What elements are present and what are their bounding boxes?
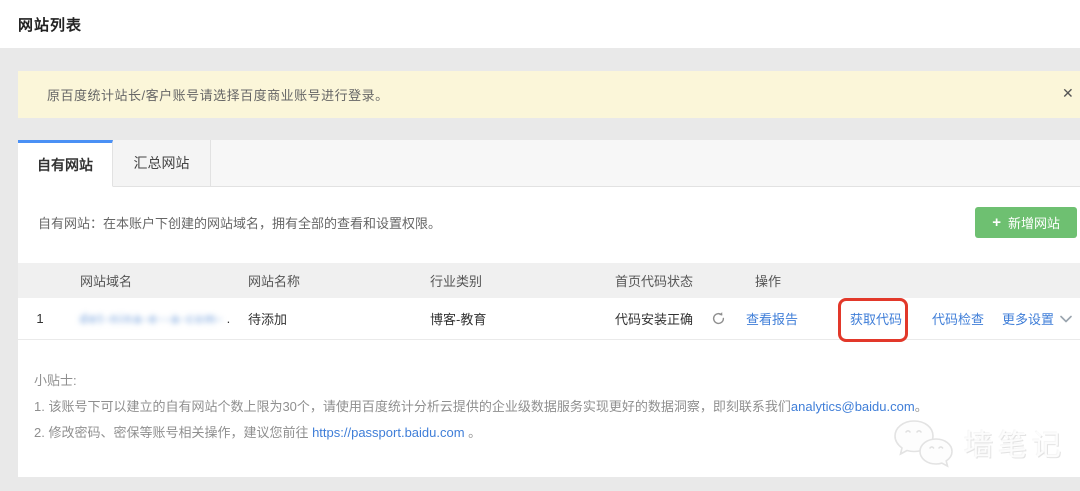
page-header: 网站列表 (0, 0, 1080, 48)
table-row: 1 det-nina-e--a-com-. 待添加 博客-教育 代码安装正确 (18, 298, 1080, 340)
close-icon[interactable]: ✕ (1062, 86, 1078, 100)
website-list-card: 自有网站 汇总网站 自有网站：在本账户下创建的网站域名，拥有全部的查看和设置权限… (18, 140, 1080, 477)
notice-text: 原百度统计站长/客户账号请选择百度商业账号进行登录。 (47, 85, 389, 104)
row-code-status: 代码安装正确 (615, 309, 746, 328)
row-domain: det-nina-e--a-com-. (62, 311, 248, 326)
code-check-link[interactable]: 代码检查 (932, 309, 984, 328)
refresh-icon[interactable] (711, 311, 726, 326)
more-settings-dropdown[interactable]: 更多设置 (1002, 309, 1072, 328)
passport-link[interactable]: https://passport.baidu.com (312, 425, 464, 440)
card-body: 自有网站：在本账户下创建的网站域名，拥有全部的查看和设置权限。 + 新增网站 网… (18, 187, 1080, 477)
notice-banner: 原百度统计站长/客户账号请选择百度商业账号进行登录。 ✕ (18, 71, 1080, 118)
view-report-link[interactable]: 查看报告 (746, 309, 798, 328)
tab-label: 自有网站 (37, 155, 93, 175)
table-header: 网站域名 网站名称 行业类别 首页代码状态 操作 (18, 263, 1080, 298)
row-site-name: 待添加 (248, 309, 430, 328)
more-settings-link: 更多设置 (1002, 309, 1054, 328)
tab-bar: 自有网站 汇总网站 (18, 140, 1080, 187)
row-index: 1 (18, 311, 62, 326)
tab-label: 汇总网站 (134, 153, 190, 173)
chevron-down-icon (1060, 315, 1072, 323)
header-actions: 操作 (746, 271, 1080, 290)
chat-bubbles-icon (892, 417, 954, 469)
plus-icon: + (992, 215, 1001, 230)
redacted-domain-text: det-nina-e--a-com- (80, 311, 224, 326)
tab-own-websites[interactable]: 自有网站 (18, 140, 113, 187)
tab-description: 自有网站：在本账户下创建的网站域名，拥有全部的查看和设置权限。 (38, 213, 441, 232)
header-domain: 网站域名 (62, 271, 248, 290)
domain-suffix: . (227, 311, 231, 326)
add-website-button[interactable]: + 新增网站 (975, 207, 1077, 238)
header-industry: 行业类别 (430, 271, 615, 290)
content-background: 原百度统计站长/客户账号请选择百度商业账号进行登录。 ✕ 自有网站 汇总网站 自… (0, 48, 1080, 491)
row-industry: 博客-教育 (430, 309, 615, 328)
add-website-label: 新增网站 (1008, 213, 1060, 232)
tips-title: 小贴士: (34, 368, 1080, 394)
get-code-link[interactable]: 获取代码 (850, 309, 902, 328)
watermark: 墙笔记 (892, 417, 1066, 469)
row-actions: 查看报告 获取代码 代码检查 更多设置 (746, 309, 1080, 328)
header-code-status: 首页代码状态 (615, 271, 746, 290)
watermark-text: 墙笔记 (964, 422, 1066, 464)
tab-bar-filler (211, 140, 1080, 187)
tab-aggregated-websites[interactable]: 汇总网站 (113, 140, 211, 187)
header-name: 网站名称 (248, 271, 430, 290)
code-status-text: 代码安装正确 (615, 309, 693, 328)
analytics-email-link[interactable]: analytics@baidu.com (791, 399, 915, 414)
page-title: 网站列表 (18, 14, 82, 35)
toolbar-row: 自有网站：在本账户下创建的网站域名，拥有全部的查看和设置权限。 + 新增网站 (18, 187, 1080, 263)
